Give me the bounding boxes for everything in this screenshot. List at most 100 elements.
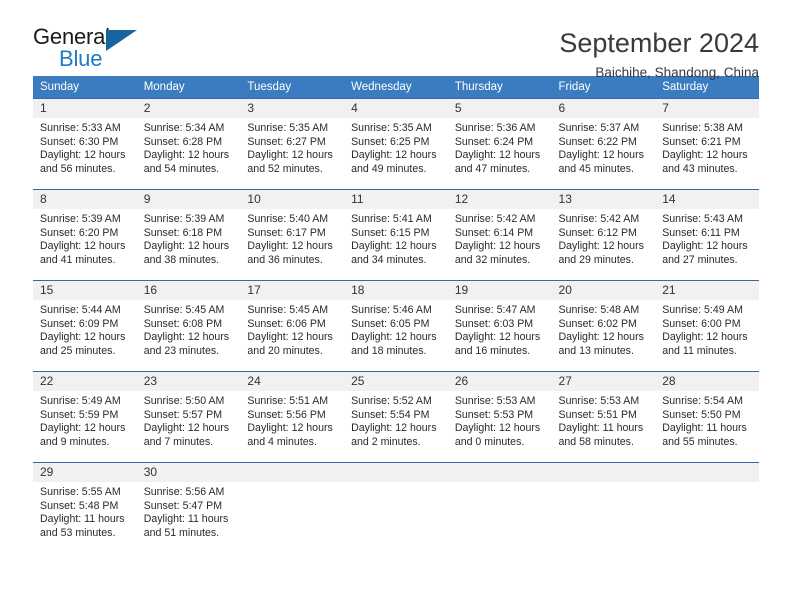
calendar-day-cell[interactable]: 27 Sunrise: 5:53 AM Sunset: 5:51 PM Dayligh… bbox=[551, 371, 656, 463]
sunrise-text: Sunrise: 5:52 AM bbox=[351, 395, 432, 407]
sunrise-text: Sunrise: 5:36 AM bbox=[454, 122, 536, 134]
daylight-text: Daylight: 12 hours and 32 minutes. bbox=[454, 240, 541, 266]
sunrise-text: Sunrise: 5:51 AM bbox=[247, 395, 329, 407]
calendar-week-row: 1 Sunrise: 5:33 AM Sunset: 6:30 PM Daylight… bbox=[33, 98, 759, 190]
day-details: Sunrise: 5:33 AM Sunset: 6:30 PM Daylight:… bbox=[33, 118, 137, 176]
sunrise-text: Sunrise: 5:43 AM bbox=[662, 213, 743, 225]
day-number: 16 bbox=[136, 281, 241, 300]
calendar-day-cell[interactable]: 21 Sunrise: 5:49 AM Sunset: 6:00 PM Dayligh… bbox=[655, 280, 759, 372]
calendar-day-cell[interactable]: 9 Sunrise: 5:39 AM Sunset: 6:18 PM Daylight… bbox=[136, 189, 241, 281]
calendar-day-cell bbox=[447, 462, 552, 551]
sunrise-text: Sunrise: 5:34 AM bbox=[143, 122, 225, 134]
sunset-text: Sunset: 5:59 PM bbox=[40, 408, 119, 421]
day-number: 11 bbox=[344, 190, 448, 209]
day-number: 29 bbox=[33, 463, 137, 482]
calendar-day-cell[interactable]: 10 Sunrise: 5:40 AM Sunset: 6:17 PM Dayligh… bbox=[240, 189, 345, 281]
calendar-day-cell[interactable]: 26 Sunrise: 5:53 AM Sunset: 5:53 PM Dayligh… bbox=[447, 371, 552, 463]
sunset-text: Sunset: 6:06 PM bbox=[247, 317, 326, 330]
calendar-day-cell[interactable]: 1 Sunrise: 5:33 AM Sunset: 6:30 PM Daylight… bbox=[33, 98, 137, 190]
day-details: Sunrise: 5:49 AM Sunset: 5:59 PM Daylight:… bbox=[33, 391, 137, 449]
calendar-day-cell[interactable]: 16 Sunrise: 5:45 AM Sunset: 6:08 PM Dayligh… bbox=[136, 280, 241, 372]
day-cell-content: 15 Sunrise: 5:44 AM Sunset: 6:09 PM Dayligh… bbox=[33, 281, 137, 371]
calendar-day-cell[interactable]: 19 Sunrise: 5:47 AM Sunset: 6:03 PM Dayligh… bbox=[447, 280, 552, 372]
sunrise-text: Sunrise: 5:37 AM bbox=[558, 122, 640, 134]
day-details: Sunrise: 5:39 AM Sunset: 6:20 PM Daylight:… bbox=[33, 209, 137, 267]
day-number: 30 bbox=[136, 463, 241, 482]
calendar-day-cell[interactable]: 2 Sunrise: 5:34 AM Sunset: 6:28 PM Daylight… bbox=[136, 98, 241, 190]
sunset-text: Sunset: 6:14 PM bbox=[454, 226, 534, 239]
calendar-day-cell[interactable]: 18 Sunrise: 5:46 AM Sunset: 6:05 PM Dayligh… bbox=[344, 280, 448, 372]
weekday-header-thursday: Thursday bbox=[447, 76, 552, 99]
day-cell-content: 19 Sunrise: 5:47 AM Sunset: 6:03 PM Dayligh… bbox=[447, 281, 552, 371]
sunrise-text: Sunrise: 5:54 AM bbox=[662, 395, 743, 407]
weekday-header-tuesday: Tuesday bbox=[240, 76, 345, 99]
calendar-day-cell[interactable]: 23 Sunrise: 5:50 AM Sunset: 5:57 PM Dayligh… bbox=[136, 371, 241, 463]
logo-text-general: General bbox=[33, 24, 110, 49]
daylight-text: Daylight: 12 hours and 16 minutes. bbox=[454, 331, 541, 357]
daylight-text: Daylight: 12 hours and 18 minutes. bbox=[351, 331, 437, 357]
calendar-day-cell[interactable]: 20 Sunrise: 5:48 AM Sunset: 6:02 PM Dayligh… bbox=[551, 280, 656, 372]
calendar-day-cell[interactable]: 28 Sunrise: 5:54 AM Sunset: 5:50 PM Dayligh… bbox=[655, 371, 759, 463]
general-blue-logo: General Blue bbox=[33, 26, 153, 78]
calendar-day-cell[interactable]: 15 Sunrise: 5:44 AM Sunset: 6:09 PM Dayligh… bbox=[33, 280, 137, 372]
calendar-day-cell[interactable]: 13 Sunrise: 5:42 AM Sunset: 6:12 PM Dayligh… bbox=[551, 189, 656, 281]
sunset-text: Sunset: 5:56 PM bbox=[247, 408, 326, 421]
sunset-text: Sunset: 6:21 PM bbox=[662, 135, 741, 148]
sunrise-text: Sunrise: 5:38 AM bbox=[662, 122, 743, 134]
day-cell-content bbox=[447, 463, 552, 551]
day-details: Sunrise: 5:35 AM Sunset: 6:27 PM Daylight:… bbox=[240, 118, 344, 176]
daylight-text: Daylight: 12 hours and 27 minutes. bbox=[662, 240, 748, 266]
calendar-day-cell[interactable]: 6 Sunrise: 5:37 AM Sunset: 6:22 PM Daylight… bbox=[551, 98, 656, 190]
day-number: 7 bbox=[655, 99, 759, 118]
daylight-text: Daylight: 12 hours and 47 minutes. bbox=[454, 149, 541, 175]
calendar-day-cell[interactable]: 3 Sunrise: 5:35 AM Sunset: 6:27 PM Daylight… bbox=[240, 98, 345, 190]
sunrise-text: Sunrise: 5:40 AM bbox=[247, 213, 329, 225]
day-cell-content bbox=[240, 463, 345, 551]
sunset-text: Sunset: 6:09 PM bbox=[40, 317, 119, 330]
day-cell-content: 4 Sunrise: 5:35 AM Sunset: 6:25 PM Daylight… bbox=[344, 99, 448, 189]
day-cell-content: 30 Sunrise: 5:56 AM Sunset: 5:47 PM Dayligh… bbox=[136, 463, 241, 551]
day-cell-content: 28 Sunrise: 5:54 AM Sunset: 5:50 PM Dayligh… bbox=[655, 372, 759, 462]
calendar-day-cell[interactable]: 30 Sunrise: 5:56 AM Sunset: 5:47 PM Dayligh… bbox=[136, 462, 241, 551]
daylight-text: Daylight: 12 hours and 2 minutes. bbox=[351, 422, 437, 448]
calendar-day-cell[interactable]: 7 Sunrise: 5:38 AM Sunset: 6:21 PM Daylight… bbox=[655, 98, 759, 190]
sunset-text: Sunset: 6:17 PM bbox=[247, 226, 326, 239]
day-cell-content: 29 Sunrise: 5:55 AM Sunset: 5:48 PM Dayligh… bbox=[33, 463, 137, 551]
day-details: Sunrise: 5:50 AM Sunset: 5:57 PM Daylight:… bbox=[137, 391, 241, 449]
logo-text-blue: Blue bbox=[59, 46, 103, 71]
sunrise-text: Sunrise: 5:49 AM bbox=[662, 304, 743, 316]
sunrise-text: Sunrise: 5:42 AM bbox=[558, 213, 640, 225]
day-number: 18 bbox=[344, 281, 448, 300]
day-number: 1 bbox=[33, 99, 137, 118]
calendar-day-cell[interactable]: 24 Sunrise: 5:51 AM Sunset: 5:56 PM Dayligh… bbox=[240, 371, 345, 463]
calendar-day-cell[interactable]: 25 Sunrise: 5:52 AM Sunset: 5:54 PM Dayligh… bbox=[344, 371, 448, 463]
calendar-day-cell[interactable]: 17 Sunrise: 5:45 AM Sunset: 6:06 PM Dayligh… bbox=[240, 280, 345, 372]
day-cell-content: 27 Sunrise: 5:53 AM Sunset: 5:51 PM Dayligh… bbox=[551, 372, 656, 462]
day-number: 4 bbox=[344, 99, 448, 118]
calendar-day-cell[interactable]: 12 Sunrise: 5:42 AM Sunset: 6:14 PM Dayligh… bbox=[447, 189, 552, 281]
day-details: Sunrise: 5:54 AM Sunset: 5:50 PM Daylight:… bbox=[655, 391, 759, 449]
day-cell-content: 22 Sunrise: 5:49 AM Sunset: 5:59 PM Dayligh… bbox=[33, 372, 137, 462]
calendar-day-cell[interactable]: 4 Sunrise: 5:35 AM Sunset: 6:25 PM Daylight… bbox=[344, 98, 448, 190]
day-cell-content bbox=[551, 463, 656, 551]
sunset-text: Sunset: 6:05 PM bbox=[351, 317, 430, 330]
calendar-day-cell[interactable]: 22 Sunrise: 5:49 AM Sunset: 5:59 PM Dayligh… bbox=[33, 371, 137, 463]
sunset-text: Sunset: 5:57 PM bbox=[143, 408, 223, 421]
daylight-text: Daylight: 12 hours and 45 minutes. bbox=[558, 149, 644, 175]
day-details: Sunrise: 5:51 AM Sunset: 5:56 PM Daylight:… bbox=[240, 391, 344, 449]
sunset-text: Sunset: 6:02 PM bbox=[558, 317, 637, 330]
calendar-day-cell[interactable]: 5 Sunrise: 5:36 AM Sunset: 6:24 PM Daylight… bbox=[447, 98, 552, 190]
calendar-day-cell[interactable]: 29 Sunrise: 5:55 AM Sunset: 5:48 PM Dayligh… bbox=[33, 462, 137, 551]
day-cell-content: 5 Sunrise: 5:36 AM Sunset: 6:24 PM Daylight… bbox=[447, 99, 552, 189]
day-cell-content: 13 Sunrise: 5:42 AM Sunset: 6:12 PM Dayligh… bbox=[551, 190, 656, 280]
day-cell-content: 16 Sunrise: 5:45 AM Sunset: 6:08 PM Dayligh… bbox=[136, 281, 241, 371]
daylight-text: Daylight: 12 hours and 20 minutes. bbox=[247, 331, 333, 357]
daylight-text: Daylight: 11 hours and 51 minutes. bbox=[143, 513, 229, 539]
calendar-day-cell bbox=[551, 462, 656, 551]
calendar-day-cell[interactable]: 8 Sunrise: 5:39 AM Sunset: 6:20 PM Daylight… bbox=[33, 189, 137, 281]
day-cell-content: 21 Sunrise: 5:49 AM Sunset: 6:00 PM Dayligh… bbox=[655, 281, 759, 371]
day-number: 23 bbox=[136, 372, 241, 391]
calendar-day-cell[interactable]: 14 Sunrise: 5:43 AM Sunset: 6:11 PM Dayligh… bbox=[655, 189, 759, 281]
calendar-day-cell[interactable]: 11 Sunrise: 5:41 AM Sunset: 6:15 PM Dayligh… bbox=[344, 189, 448, 281]
sunrise-text: Sunrise: 5:50 AM bbox=[143, 395, 225, 407]
